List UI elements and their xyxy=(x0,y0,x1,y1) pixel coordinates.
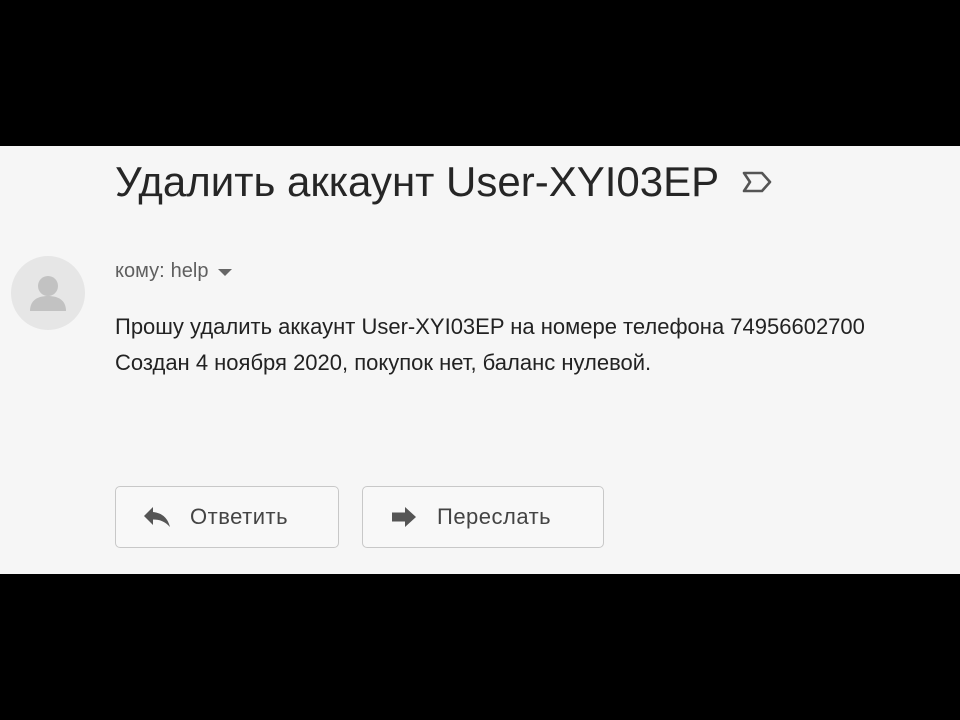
screen: Удалить аккаунт User-XYI03EP кому: help … xyxy=(0,0,960,720)
forward-button-label: Переслать xyxy=(437,504,552,529)
caret-down-icon[interactable] xyxy=(218,269,233,276)
recipient-details-toggle[interactable]: кому: help xyxy=(115,260,233,283)
email-subject: Удалить аккаунт User-XYI03EP xyxy=(115,158,720,205)
recipient-prefix: кому: xyxy=(115,260,165,282)
subject-row: Удалить аккаунт User-XYI03EP xyxy=(115,154,773,210)
email-body-line: Создан 4 ноября 2020, покупок нет, балан… xyxy=(115,350,652,375)
reply-arrow-icon xyxy=(142,504,172,530)
reply-button-label: Ответить xyxy=(190,504,289,529)
sender-avatar xyxy=(11,256,85,330)
recipient-name: help xyxy=(170,260,209,282)
email-body: Прошу удалить аккаунт User-XYI03EP на но… xyxy=(115,309,955,381)
forward-button[interactable]: Переслать xyxy=(362,486,604,548)
label-outline-icon[interactable] xyxy=(741,169,773,195)
email-view: Удалить аккаунт User-XYI03EP кому: help … xyxy=(0,146,960,574)
forward-arrow-icon xyxy=(389,504,419,530)
reply-button[interactable]: Ответить xyxy=(115,486,339,548)
email-body-line: Прошу удалить аккаунт User-XYI03EP на но… xyxy=(115,314,865,339)
default-person-icon xyxy=(30,276,66,311)
